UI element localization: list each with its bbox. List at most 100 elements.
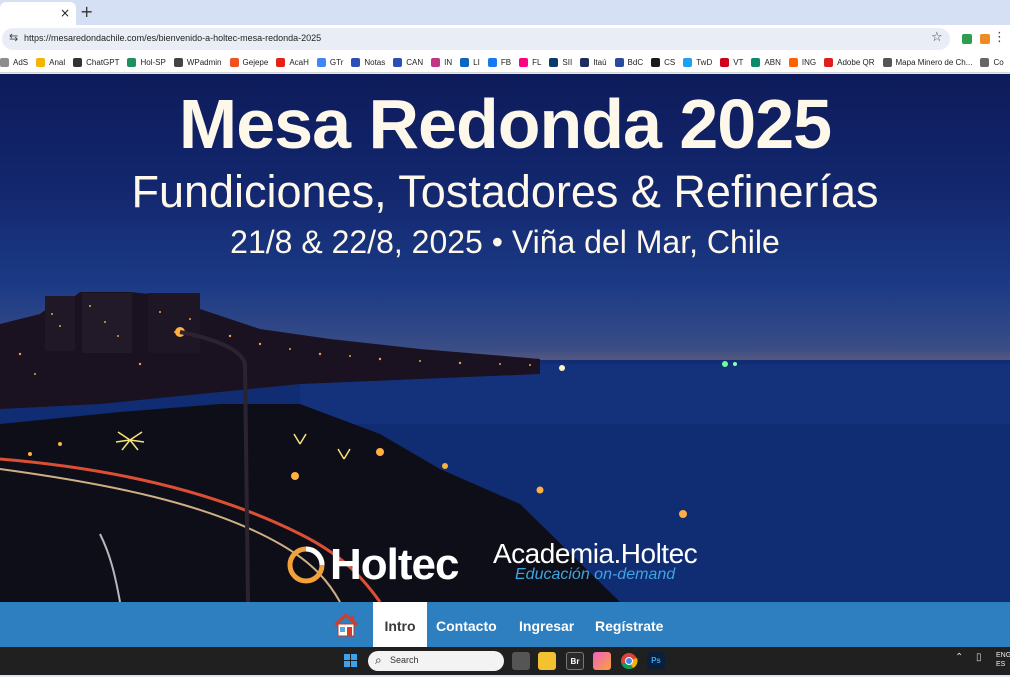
language-line-1: ENG bbox=[996, 652, 1010, 659]
tray-chevron-icon[interactable]: ⌃ bbox=[955, 652, 963, 663]
extension-icon[interactable] bbox=[962, 34, 972, 44]
bridge-app-icon[interactable]: Br bbox=[566, 652, 584, 670]
bookmarks-bar: AdS Anal ChatGPT Hol-SP WPadmin Gejepe AcaH GTr… bbox=[0, 53, 1010, 73]
photoshop-app-icon[interactable]: Ps bbox=[647, 652, 665, 670]
bookmark-item[interactable]: CS bbox=[651, 58, 675, 67]
bookmark-item[interactable]: BdC bbox=[614, 58, 643, 67]
bookmark-label: ING bbox=[801, 58, 817, 67]
bookmark-item[interactable]: ABN bbox=[751, 58, 781, 67]
bookmark-star-icon[interactable]: ☆ bbox=[931, 30, 943, 45]
bookmark-favicon-icon bbox=[683, 58, 693, 67]
bookmark-favicon-icon bbox=[788, 58, 798, 67]
bookmark-item[interactable]: Hol-SP bbox=[127, 58, 166, 67]
bookmark-label: ChatGPT bbox=[86, 58, 120, 67]
nav-contacto[interactable]: Contacto bbox=[436, 602, 497, 647]
bookmark-item[interactable]: FB bbox=[487, 58, 512, 67]
bookmark-favicon-icon bbox=[351, 58, 361, 67]
chrome-app-icon[interactable] bbox=[620, 652, 638, 670]
url-text[interactable]: https://mesaredondachile.com/es/bienveni… bbox=[24, 33, 321, 43]
bookmark-favicon-icon bbox=[580, 58, 590, 67]
bookmark-item[interactable]: LI bbox=[460, 58, 480, 67]
bookmark-favicon-icon bbox=[720, 58, 730, 67]
bookmark-favicon-icon bbox=[393, 58, 403, 67]
browser-menu-icon[interactable]: ⋮ bbox=[993, 30, 1006, 45]
bookmark-favicon-icon bbox=[276, 58, 286, 67]
battery-icon[interactable]: ▯ bbox=[976, 652, 982, 663]
language-indicator[interactable]: ENG ES bbox=[996, 651, 1010, 669]
bookmark-favicon-icon bbox=[229, 58, 239, 67]
academia-holtec-logo[interactable]: Academia.Holtec Educación on-demand bbox=[493, 538, 698, 584]
bookmark-item[interactable]: Adobe QR bbox=[824, 58, 875, 67]
bookmark-favicon-icon bbox=[882, 58, 892, 67]
site-navbar: Intro Contacto Ingresar Regístrate bbox=[0, 602, 1010, 647]
bookmark-label: FL bbox=[532, 58, 542, 67]
bookmark-label: Itaú bbox=[593, 58, 607, 67]
bookmark-item[interactable]: TwD bbox=[683, 58, 712, 67]
bookmark-item[interactable]: WPadmin bbox=[173, 58, 222, 67]
browser-tab[interactable]: × bbox=[0, 2, 76, 25]
extension-icon[interactable] bbox=[980, 34, 990, 44]
bookmark-item[interactable]: AdS bbox=[0, 58, 28, 67]
file-explorer-icon[interactable] bbox=[538, 652, 556, 670]
bookmark-label: IN bbox=[444, 58, 453, 67]
bookmark-label: LI bbox=[473, 58, 480, 67]
bookmark-favicon-icon bbox=[549, 58, 559, 67]
holtec-ring-icon bbox=[287, 546, 325, 584]
taskbar-search-placeholder: Search bbox=[390, 655, 419, 665]
language-line-2: ES bbox=[996, 661, 1006, 668]
bookmark-item[interactable]: Notas bbox=[351, 58, 385, 67]
bookmark-favicon-icon bbox=[651, 58, 661, 67]
bookmark-item[interactable]: IN bbox=[431, 58, 452, 67]
tab-strip: × + bbox=[0, 0, 1010, 25]
search-icon: ⌕ bbox=[375, 653, 382, 667]
nav-intro[interactable]: Intro bbox=[373, 602, 427, 647]
bookmark-item[interactable]: Co bbox=[980, 58, 1004, 67]
bookmark-favicon-icon bbox=[127, 58, 137, 67]
site-info-icon[interactable]: ⇆ bbox=[9, 31, 18, 44]
bookmark-item[interactable]: Itaú bbox=[580, 58, 607, 67]
photos-app-icon[interactable] bbox=[593, 652, 611, 670]
bookmark-item[interactable]: CAN bbox=[393, 58, 423, 67]
holtec-logo[interactable]: Holtec bbox=[286, 540, 459, 590]
bookmark-favicon-icon bbox=[751, 58, 761, 67]
browser-toolbar: ⇆ https://mesaredondachile.com/es/bienve… bbox=[0, 25, 1010, 53]
bookmark-item[interactable]: AcaH bbox=[276, 58, 309, 67]
bookmark-item[interactable]: Gejepe bbox=[229, 58, 269, 67]
bookmark-item[interactable]: SII bbox=[549, 58, 572, 67]
academia-logo-tagline: Educación on-demand bbox=[515, 566, 676, 583]
tab-close-icon[interactable]: × bbox=[60, 6, 70, 20]
bookmark-label: FB bbox=[500, 58, 512, 67]
task-view-icon[interactable] bbox=[512, 652, 530, 670]
bookmark-item[interactable]: VT bbox=[720, 58, 743, 67]
bookmark-favicon-icon bbox=[73, 58, 83, 67]
bookmark-favicon-icon bbox=[519, 58, 529, 67]
bookmark-item[interactable]: GTr bbox=[316, 58, 343, 67]
nav-registrate[interactable]: Regístrate bbox=[595, 602, 663, 647]
nav-ingresar[interactable]: Ingresar bbox=[519, 602, 574, 647]
bookmark-item[interactable]: Mapa Minero de Ch... bbox=[882, 58, 973, 67]
bookmark-favicon-icon bbox=[173, 58, 183, 67]
bookmark-favicon-icon bbox=[36, 58, 46, 67]
bookmark-label: AdS bbox=[13, 58, 29, 67]
windows-start-icon[interactable] bbox=[344, 654, 358, 668]
bookmark-label: AcaH bbox=[289, 58, 309, 67]
address-bar[interactable]: ⇆ https://mesaredondachile.com/es/bienve… bbox=[2, 28, 950, 50]
home-icon[interactable] bbox=[332, 612, 360, 638]
holtec-logo-text: Holtec bbox=[330, 540, 459, 589]
bookmark-label: Gejepe bbox=[242, 58, 269, 67]
new-tab-button[interactable]: + bbox=[80, 2, 93, 21]
bookmark-label: WPadmin bbox=[186, 58, 222, 67]
bookmark-item[interactable]: FL bbox=[519, 58, 541, 67]
bookmark-favicon-icon bbox=[824, 58, 834, 67]
bookmark-label: Notas bbox=[364, 58, 386, 67]
bookmark-item[interactable]: ChatGPT bbox=[73, 58, 119, 67]
bookmark-item[interactable]: ING bbox=[788, 58, 817, 67]
taskbar-search-input[interactable]: ⌕ Search bbox=[368, 651, 504, 671]
bookmark-favicon-icon bbox=[614, 58, 624, 67]
bookmark-favicon-icon bbox=[0, 58, 9, 67]
bookmark-label: SII bbox=[562, 58, 573, 67]
bookmark-item[interactable]: Anal bbox=[36, 58, 65, 67]
event-title: Mesa Redonda 2025 bbox=[178, 85, 832, 163]
os-taskbar: ⌕ Search Br Ps ⌃ ▯ ENG ES bbox=[0, 647, 1010, 675]
bookmark-label: Mapa Minero de Ch... bbox=[895, 58, 973, 67]
